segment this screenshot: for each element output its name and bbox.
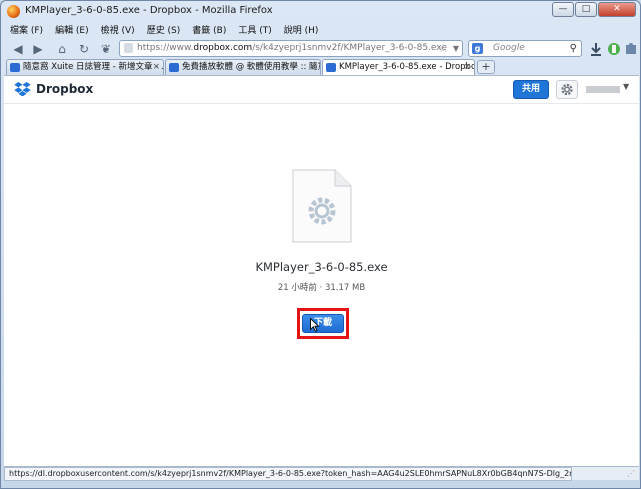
resize-grip-icon[interactable]: ⋰ [627,469,637,479]
dropbox-header: Dropbox 共用 ▼ [4,76,639,104]
url-bar[interactable]: https://www.dropbox.com/s/k4zyeprj1snmv2… [119,40,463,57]
firefox-logo-icon [7,5,20,18]
search-icon[interactable]: ⚲ [570,41,577,56]
addon-puzzle-icon[interactable] [623,41,639,57]
title-bar: KMPlayer_3-6-0-85.exe - Dropbox - Mozill… [1,1,640,23]
dropbox-favicon-icon [326,63,336,72]
minimize-button[interactable]: — [552,2,574,17]
tab-label: 隨意窩 Xuite 日誌管理 - 新增文章 - ... [23,62,164,72]
tab-xuite[interactable]: 隨意窩 Xuite 日誌管理 - 新增文章 - ... × [6,59,164,75]
account-name-redacted[interactable] [586,86,620,93]
new-tab-button[interactable]: + [477,60,495,74]
window-title: KMPlayer_3-6-0-85.exe - Dropbox - Mozill… [25,5,273,16]
download-highlight: 下載 [297,308,349,339]
account-dropdown-icon[interactable]: ▼ [623,82,629,91]
navigation-toolbar: ◀ ▶ ⌂ ↻ ❦ https://www.dropbox.com/s/k4zy… [2,39,641,59]
forward-arrow-icon[interactable]: ▶ [30,41,46,57]
gear-icon [561,83,573,96]
menu-edit[interactable]: 編輯 (E) [55,23,89,39]
download-button[interactable]: 下載 [302,314,344,333]
window-controls: — □ ✕ [552,2,636,19]
page-content: Dropbox 共用 ▼ KMPlayer_3-6-0-85.exe 21 小時… [4,75,639,466]
dropbox-brand[interactable]: Dropbox [36,82,93,96]
menu-file[interactable]: 檔案 (F) [10,23,43,39]
tab-strip: 隨意窩 Xuite 日誌管理 - 新增文章 - ... × 免費播放軟體 @ 軟… [2,59,641,75]
menu-view[interactable]: 檢視 (V) [101,23,135,39]
site-identity-icon[interactable] [124,43,133,53]
url-prefix: https://www. [137,43,194,53]
tab-label: KMPlayer_3-6-0-85.exe - Dropbox [339,62,475,72]
settings-button[interactable] [556,80,578,99]
search-input[interactable]: g Google ⚲ [468,40,582,57]
reload-icon[interactable]: ↻ [76,41,92,57]
menu-history[interactable]: 歷史 (S) [147,23,181,39]
browser-window: KMPlayer_3-6-0-85.exe - Dropbox - Mozill… [0,0,641,489]
tab-close-icon[interactable]: × [309,60,317,75]
url-path: /s/k4zyeprj1snmv2f/KMPlayer_3-6-0-85.exe [252,43,447,53]
dropbox-favicon-icon [169,63,179,72]
menu-bar: 檔案 (F) 編輯 (E) 檢視 (V) 歷史 (S) 書籤 (B) 工具 (T… [2,23,641,39]
share-button[interactable]: 共用 [513,80,549,99]
close-window-button[interactable]: ✕ [598,2,636,17]
url-dropdown-icon[interactable]: ▼ [453,41,459,56]
back-arrow-icon[interactable]: ◀ [10,41,26,57]
menu-help[interactable]: 說明 (H) [284,23,319,39]
addon-green-icon[interactable] [606,41,622,57]
file-name: KMPlayer_3-6-0-85.exe [255,260,388,274]
bookmark-star-icon[interactable]: ☆ [438,41,448,56]
tab-dropbox-active[interactable]: KMPlayer_3-6-0-85.exe - Dropbox × [322,59,475,75]
exe-file-icon [292,169,352,243]
dropbox-logo-icon[interactable] [14,82,31,96]
mouse-cursor-icon [310,318,320,332]
tab-label: 免費播放軟體 @ 軟體使用教學 :: 隨意... [182,62,321,72]
maximize-button[interactable]: □ [575,2,597,17]
addon-paw-icon[interactable]: ❦ [98,41,114,57]
file-meta: 21 小時前 · 31.17 MB [277,283,366,293]
google-engine-icon[interactable]: g [472,43,483,54]
status-bar: https://dl.dropboxusercontent.com/s/k4zy… [4,466,639,481]
home-icon[interactable]: ⌂ [54,41,70,57]
menu-tools[interactable]: 工具 (T) [238,23,271,39]
url-host: dropbox.com [193,43,253,53]
download-arrow-icon[interactable] [588,41,604,57]
tab-close-icon[interactable]: × [152,60,160,75]
tab-software[interactable]: 免費播放軟體 @ 軟體使用教學 :: 隨意... × [165,59,321,75]
menu-bookmarks[interactable]: 書籤 (B) [192,23,226,39]
dropbox-favicon-icon [10,63,20,72]
status-link-url: https://dl.dropboxusercontent.com/s/k4zy… [4,467,572,481]
search-placeholder: Google [493,43,525,53]
tab-close-icon[interactable]: × [463,60,471,75]
